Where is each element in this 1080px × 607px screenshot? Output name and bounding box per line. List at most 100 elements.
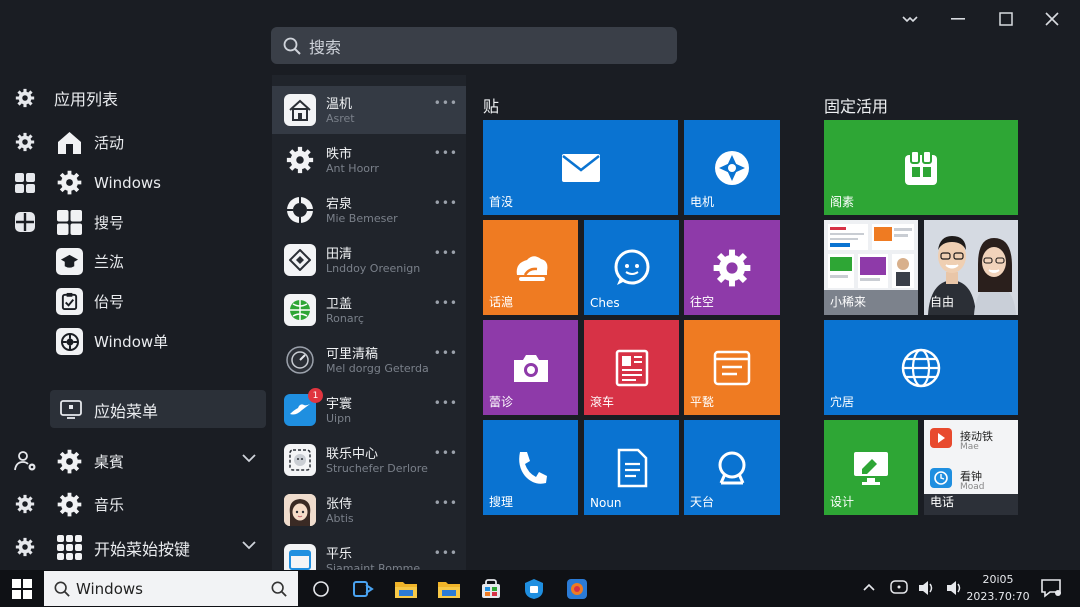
nav-item-number[interactable]: 佁号 bbox=[56, 288, 124, 315]
gear-icon[interactable] bbox=[14, 493, 36, 515]
app-list-item[interactable]: 平乐 Siamaint Romme ••• bbox=[272, 536, 466, 570]
user-settings-icon[interactable] bbox=[14, 450, 38, 472]
nav-item-search[interactable]: 搜号 bbox=[56, 209, 124, 236]
app-list-item[interactable]: 卫盖 Ronarç ••• bbox=[272, 286, 466, 334]
document-tile[interactable]: Noun bbox=[584, 420, 679, 515]
clock-date[interactable]: 2023.70:70 bbox=[966, 590, 1030, 603]
mini-apps-tile[interactable]: 接动铁 Mae 看钟 Moad 电话 bbox=[924, 420, 1018, 515]
chat-tile[interactable]: Ches bbox=[584, 220, 679, 315]
design-tile[interactable]: 设计 bbox=[824, 420, 918, 515]
nav-item-lan[interactable]: 兰汯 bbox=[56, 248, 124, 275]
app-list-title: 应用列表 bbox=[54, 90, 119, 109]
phone-icon bbox=[514, 449, 548, 487]
grid-icon[interactable] bbox=[14, 211, 36, 233]
chevron-up-icon[interactable] bbox=[862, 582, 876, 592]
tile-label: 电话 bbox=[930, 495, 955, 509]
app-name: 昳市 bbox=[326, 147, 353, 162]
gear-icon[interactable] bbox=[14, 536, 36, 558]
newspaper-icon bbox=[614, 349, 650, 387]
clock-time[interactable]: 20i05 bbox=[970, 573, 1026, 586]
app-list-item[interactable]: 可里清稿 Mel dorgg Geterda ••• bbox=[272, 336, 466, 384]
edge-icon[interactable] bbox=[350, 576, 376, 602]
more-icon[interactable]: ••• bbox=[434, 96, 458, 110]
app-list-item[interactable]: 1 宇寰 Uipn ••• bbox=[272, 386, 466, 434]
start-menu-row[interactable]: 应始菜单 bbox=[60, 398, 158, 422]
more-icon[interactable]: ••• bbox=[434, 396, 458, 410]
more-icon[interactable]: ••• bbox=[434, 546, 458, 560]
app-subtitle: Ant Hoorr bbox=[326, 162, 379, 175]
tile-label: 滾车 bbox=[590, 395, 615, 409]
chevron-down-icon[interactable] bbox=[241, 453, 257, 463]
news-tile[interactable]: 滾车 bbox=[584, 320, 679, 415]
nav-item-label: 活动 bbox=[94, 134, 125, 152]
section-title: 贴 bbox=[483, 97, 500, 116]
taskbar-search-box[interactable]: Windows bbox=[44, 571, 298, 606]
more-icon[interactable]: ••• bbox=[434, 296, 458, 310]
search-input[interactable]: 搜索 bbox=[271, 27, 677, 64]
minimize-alt-icon[interactable] bbox=[895, 6, 925, 32]
notification-icon[interactable] bbox=[1040, 578, 1062, 598]
app-list-item[interactable]: 联乐中心 Struchefer Derlore ••• bbox=[272, 436, 466, 484]
monitor-edit-icon bbox=[852, 449, 890, 487]
store-bag-icon[interactable] bbox=[478, 576, 504, 602]
mail-tile[interactable]: 首没 bbox=[483, 120, 678, 215]
volume-icon[interactable] bbox=[946, 580, 964, 596]
app-list-item[interactable]: 溫机 Asret ••• bbox=[272, 86, 466, 134]
web-tile[interactable]: 宂居 bbox=[824, 320, 1018, 415]
chevron-down-icon[interactable] bbox=[241, 540, 257, 550]
more-icon[interactable]: ••• bbox=[434, 246, 458, 260]
gear-icon bbox=[284, 144, 316, 176]
app-list-header[interactable]: 应用列表 bbox=[14, 86, 118, 110]
search-tile[interactable]: 天台 bbox=[684, 420, 780, 515]
store-tile[interactable]: 阁素 bbox=[824, 120, 1018, 215]
more-icon[interactable]: ••• bbox=[434, 496, 458, 510]
nav-item-activity[interactable]: 活动 bbox=[56, 129, 124, 156]
people-tile[interactable]: 自由 bbox=[924, 220, 1018, 315]
windows-logo-icon bbox=[56, 209, 83, 236]
more-icon[interactable]: ••• bbox=[434, 346, 458, 360]
monitor-icon bbox=[60, 400, 82, 420]
nav-item-window-single[interactable]: Window单 bbox=[56, 328, 168, 355]
gear-icon bbox=[56, 491, 83, 518]
task-view-icon[interactable] bbox=[308, 576, 334, 602]
tile-label: 首没 bbox=[489, 195, 514, 209]
app-list-item[interactable]: 张侍 Abtis ••• bbox=[272, 486, 466, 534]
folder-icon[interactable] bbox=[436, 576, 462, 602]
gear-icon[interactable] bbox=[14, 131, 36, 153]
more-icon[interactable]: ••• bbox=[434, 446, 458, 460]
house-icon bbox=[284, 94, 316, 126]
settings-tile[interactable]: 往空 bbox=[684, 220, 780, 315]
tiles-icon[interactable] bbox=[14, 172, 36, 194]
volume-icon[interactable] bbox=[918, 580, 936, 596]
nav-item-windows[interactable]: Windows bbox=[56, 169, 161, 196]
tile-label: 平甃 bbox=[690, 395, 715, 409]
app-subtitle: Abtis bbox=[326, 512, 354, 525]
more-icon[interactable]: ••• bbox=[434, 196, 458, 210]
search-icon bbox=[54, 581, 70, 597]
maps-tile[interactable]: 电机 bbox=[684, 120, 780, 215]
more-icon[interactable]: ••• bbox=[434, 146, 458, 160]
maximize-button[interactable] bbox=[991, 6, 1021, 32]
app-list-item[interactable]: 昳市 Ant Hoorr ••• bbox=[272, 136, 466, 184]
tile-label: 小稀来 bbox=[830, 295, 867, 309]
minimize-button[interactable] bbox=[943, 6, 973, 32]
app-circle-icon[interactable] bbox=[564, 576, 590, 602]
app-subtitle: Ronarç bbox=[326, 312, 364, 325]
phone-tile[interactable]: 搜理 bbox=[483, 420, 578, 515]
close-button[interactable] bbox=[1037, 6, 1067, 32]
nav-item-music[interactable]: 音乐 bbox=[56, 491, 124, 518]
camera-tile[interactable]: 蕾诊 bbox=[483, 320, 578, 415]
folder-icon[interactable] bbox=[393, 576, 419, 602]
notes-tile[interactable]: 平甃 bbox=[684, 320, 780, 415]
nav-item-start-button[interactable]: 开始菜始按键 bbox=[56, 534, 190, 561]
photos-tile[interactable]: 小稀来 bbox=[824, 220, 918, 315]
windows-start-icon[interactable] bbox=[12, 579, 32, 599]
chat-icon[interactable] bbox=[890, 580, 908, 596]
app-list-item[interactable]: 田清 Lnddoy Oreenign ••• bbox=[272, 236, 466, 284]
nav-item-desktop[interactable]: 桌賓 bbox=[56, 448, 124, 475]
play-icon bbox=[930, 428, 952, 448]
app-list-item[interactable]: 宕泉 Mie Bemeser ••• bbox=[272, 186, 466, 234]
weather-tile[interactable]: 话滬 bbox=[483, 220, 578, 315]
security-icon[interactable] bbox=[521, 576, 547, 602]
tile-label: Noun bbox=[590, 496, 622, 510]
